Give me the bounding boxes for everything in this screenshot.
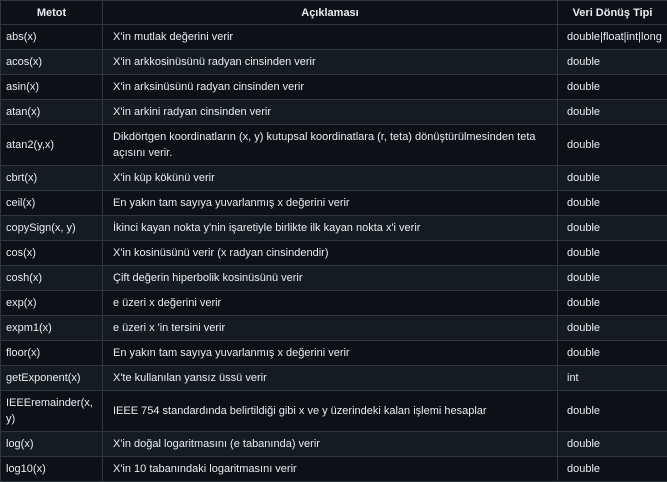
method-cell: expm1(x) xyxy=(0,315,103,341)
method-cell: copySign(x, y) xyxy=(0,215,103,241)
table-row: exp(x) e üzeri x değerini verir double xyxy=(0,290,667,316)
table-row: log10(x) X'in 10 tabanındaki logaritması… xyxy=(0,456,667,482)
description-cell: IEEE 754 standardında belirtildiği gibi … xyxy=(102,390,558,432)
description-cell: X'in arkkosinüsünü radyan cinsinden veri… xyxy=(102,49,558,75)
return-type-cell: double|float|int|long xyxy=(557,24,667,50)
return-type-cell: double xyxy=(557,265,667,291)
table-row: copySign(x, y) İkinci kayan nokta y'nin … xyxy=(0,215,667,241)
description-cell: e üzeri x 'in tersini verir xyxy=(102,315,558,341)
description-cell: X'in kosinüsünü verir (x radyan cinsinde… xyxy=(102,240,558,266)
method-cell: log(x) xyxy=(0,431,103,457)
table-row: asin(x) X'in arksinüsünü radyan cinsinde… xyxy=(0,74,667,100)
method-cell: ceil(x) xyxy=(0,190,103,216)
header-method: Metot xyxy=(0,0,103,25)
description-cell: En yakın tam sayıya yuvarlanmış x değeri… xyxy=(102,190,558,216)
math-methods-table: Metot Açıklaması Veri Dönüş Tipi abs(x) … xyxy=(0,0,667,482)
description-cell: X'te kullanılan yansız üssü verir xyxy=(102,365,558,391)
method-cell: atan(x) xyxy=(0,99,103,125)
method-cell: cbrt(x) xyxy=(0,165,103,191)
table-header: Metot Açıklaması Veri Dönüş Tipi xyxy=(0,0,667,25)
method-cell: log10(x) xyxy=(0,456,103,482)
table-row: atan2(y,x) Dikdörtgen koordinatların (x,… xyxy=(0,124,667,166)
return-type-cell: double xyxy=(557,49,667,75)
return-type-cell: double xyxy=(557,124,667,166)
return-type-cell: double xyxy=(557,456,667,482)
method-cell: atan2(y,x) xyxy=(0,124,103,166)
method-cell: acos(x) xyxy=(0,49,103,75)
header-description: Açıklaması xyxy=(102,0,558,25)
return-type-cell: double xyxy=(557,165,667,191)
table-row: IEEEremainder(x, y) IEEE 754 standardınd… xyxy=(0,390,667,432)
return-type-cell: double xyxy=(557,315,667,341)
description-cell: X'in arkini radyan cinsinden verir xyxy=(102,99,558,125)
header-return-type: Veri Dönüş Tipi xyxy=(557,0,667,25)
return-type-cell: int xyxy=(557,365,667,391)
header-row: Metot Açıklaması Veri Dönüş Tipi xyxy=(0,0,667,25)
return-type-cell: double xyxy=(557,340,667,366)
table-row: cos(x) X'in kosinüsünü verir (x radyan c… xyxy=(0,240,667,266)
description-cell: X'in doğal logaritmasını (e tabanında) v… xyxy=(102,431,558,457)
method-cell: cos(x) xyxy=(0,240,103,266)
table-row: expm1(x) e üzeri x 'in tersini verir dou… xyxy=(0,315,667,341)
description-cell: En yakın tam sayıya yuvarlanmış x değeri… xyxy=(102,340,558,366)
description-cell: X'in küp kökünü verir xyxy=(102,165,558,191)
table-row: ceil(x) En yakın tam sayıya yuvarlanmış … xyxy=(0,190,667,216)
table-row: getExponent(x) X'te kullanılan yansız üs… xyxy=(0,365,667,391)
table-body: abs(x) X'in mutlak değerini verir double… xyxy=(0,24,667,482)
table-row: cbrt(x) X'in küp kökünü verir double xyxy=(0,165,667,191)
return-type-cell: double xyxy=(557,190,667,216)
table-row: acos(x) X'in arkkosinüsünü radyan cinsin… xyxy=(0,49,667,75)
return-type-cell: double xyxy=(557,74,667,100)
return-type-cell: double xyxy=(557,390,667,432)
description-cell: X'in 10 tabanındaki logaritmasını verir xyxy=(102,456,558,482)
description-cell: İkinci kayan nokta y'nin işaretiyle birl… xyxy=(102,215,558,241)
description-cell: e üzeri x değerini verir xyxy=(102,290,558,316)
description-cell: Dikdörtgen koordinatların (x, y) kutupsa… xyxy=(102,124,558,166)
method-cell: cosh(x) xyxy=(0,265,103,291)
method-cell: exp(x) xyxy=(0,290,103,316)
method-cell: asin(x) xyxy=(0,74,103,100)
return-type-cell: double xyxy=(557,431,667,457)
description-cell: X'in arksinüsünü radyan cinsinden verir xyxy=(102,74,558,100)
return-type-cell: double xyxy=(557,240,667,266)
method-cell: getExponent(x) xyxy=(0,365,103,391)
table-row: abs(x) X'in mutlak değerini verir double… xyxy=(0,24,667,50)
table-row: log(x) X'in doğal logaritmasını (e taban… xyxy=(0,431,667,457)
method-cell: floor(x) xyxy=(0,340,103,366)
return-type-cell: double xyxy=(557,99,667,125)
description-cell: Çift değerin hiperbolik kosinüsünü verir xyxy=(102,265,558,291)
method-cell: abs(x) xyxy=(0,24,103,50)
table-row: atan(x) X'in arkini radyan cinsinden ver… xyxy=(0,99,667,125)
return-type-cell: double xyxy=(557,215,667,241)
return-type-cell: double xyxy=(557,290,667,316)
method-cell: IEEEremainder(x, y) xyxy=(0,390,103,432)
description-cell: X'in mutlak değerini verir xyxy=(102,24,558,50)
table-row: cosh(x) Çift değerin hiperbolik kosinüsü… xyxy=(0,265,667,291)
table-row: floor(x) En yakın tam sayıya yuvarlanmış… xyxy=(0,340,667,366)
